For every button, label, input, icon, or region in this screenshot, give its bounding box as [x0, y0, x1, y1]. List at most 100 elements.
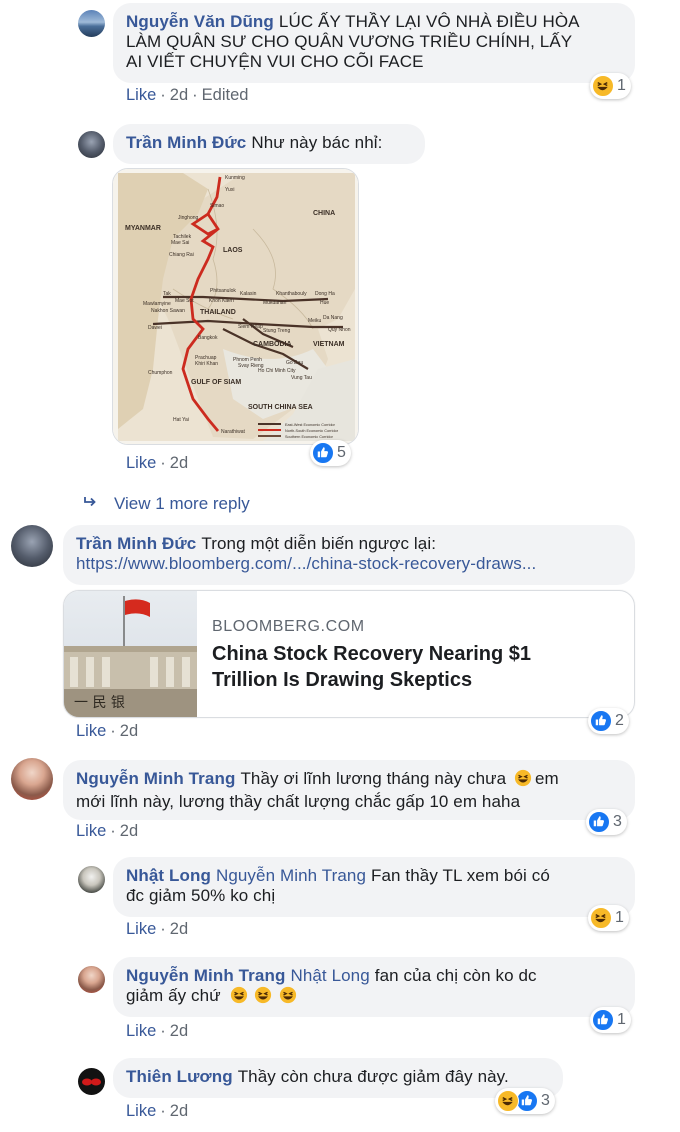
- svg-text:Simao: Simao: [210, 203, 224, 209]
- comment-text: Trong một diễn biến ngược lại:: [201, 534, 437, 553]
- comment-text: Như này bác nhỉ:: [251, 133, 383, 152]
- like-button[interactable]: Like: [126, 1102, 156, 1120]
- svg-text:CAMBODIA: CAMBODIA: [253, 341, 292, 348]
- svg-text:Quy Nhon: Quy Nhon: [328, 327, 351, 333]
- svg-text:Stung Treng: Stung Treng: [263, 328, 290, 334]
- view-more-replies-label[interactable]: View 1 more reply: [114, 494, 250, 513]
- like-button[interactable]: Like: [76, 822, 106, 840]
- link-title-line: Trillion Is Drawing Skeptics: [212, 669, 473, 691]
- view-more-replies-link[interactable]: View 1 more reply: [82, 494, 250, 514]
- like-button[interactable]: Like: [126, 86, 156, 104]
- like-reaction-icon: [590, 710, 612, 732]
- haha-icon: [592, 75, 614, 97]
- svg-text:North-South Economic Corridor: North-South Economic Corridor: [285, 429, 339, 433]
- like-button[interactable]: Like: [126, 454, 156, 472]
- comment-text: giảm ấy chứ: [126, 986, 221, 1005]
- comment-bubble: Trần Minh Đức Như này bác nhỉ:: [113, 124, 425, 164]
- comment-author[interactable]: Nguyễn Minh Trang: [76, 769, 235, 788]
- like-button[interactable]: Like: [126, 1022, 156, 1040]
- like-button[interactable]: Like: [76, 722, 106, 740]
- laughing-emoji-icon: [254, 986, 272, 1009]
- svg-text:SOUTH CHINA SEA: SOUTH CHINA SEA: [248, 404, 313, 411]
- avatar[interactable]: [78, 10, 105, 37]
- link-title[interactable]: China Stock Recovery Nearing $1 Trillion…: [212, 641, 531, 693]
- timestamp[interactable]: 2d: [170, 454, 188, 472]
- comment-author[interactable]: Thiên Lương: [126, 1067, 233, 1086]
- avatar[interactable]: [11, 525, 53, 567]
- timestamp[interactable]: 2d: [170, 1102, 188, 1120]
- reaction-count-text: 3: [613, 813, 622, 830]
- avatar[interactable]: [78, 866, 105, 893]
- svg-text:Mukdahan: Mukdahan: [263, 300, 287, 306]
- comment-author[interactable]: Nguyễn Văn Dũng: [126, 12, 274, 31]
- glasses-icon: [82, 1078, 101, 1086]
- comment-actions: Like · 2d: [76, 722, 139, 740]
- reaction-count[interactable]: 1: [590, 1007, 631, 1033]
- comment-author[interactable]: Nguyễn Minh Trang: [126, 966, 285, 985]
- svg-text:Khon Kaen: Khon Kaen: [209, 298, 234, 304]
- reaction-count-text: 2: [615, 712, 624, 729]
- comment-author[interactable]: Trần Minh Đức: [76, 534, 196, 553]
- svg-text:Chumphon: Chumphon: [148, 370, 173, 376]
- svg-text:Khanthabouly: Khanthabouly: [276, 291, 307, 297]
- comment-actions: Like · 2d: [126, 920, 189, 938]
- svg-text:Kalasin: Kalasin: [240, 291, 257, 297]
- reaction-count[interactable]: 3: [586, 809, 627, 835]
- svg-text:Mae Sot: Mae Sot: [175, 298, 194, 304]
- reaction-count[interactable]: 1: [590, 73, 631, 99]
- svg-text:Jinghong: Jinghong: [178, 215, 199, 221]
- comment-text: Fan thầy TL xem bói có: [371, 866, 550, 885]
- comment-text: mới lĩnh này, lương thầy chất lượng chắc…: [76, 792, 521, 811]
- svg-text:Nakhon Sawan: Nakhon Sawan: [151, 308, 185, 314]
- like-reaction-icon: [592, 1009, 614, 1031]
- comment-bubble: Nguyễn Văn Dũng LÚC ẤY THẦY LẠI VÔ NHÀ ĐI…: [113, 3, 635, 83]
- svg-text:Kunming: Kunming: [225, 175, 245, 181]
- avatar[interactable]: [11, 758, 53, 800]
- timestamp[interactable]: 2d: [170, 86, 188, 104]
- reaction-count[interactable]: 1: [588, 905, 629, 931]
- comment-bubble: Nhật Long Nguyễn Minh Trang Fan thầy TL xe…: [113, 857, 635, 917]
- svg-text:Hat Yai: Hat Yai: [173, 417, 189, 423]
- comment-text: AI VIẾT CHUYỆN VUI CHO CÕI FACE: [126, 52, 424, 71]
- mention-link[interactable]: Nguyễn Minh Trang: [216, 866, 366, 885]
- svg-text:Mae Sai: Mae Sai: [171, 240, 189, 246]
- svg-text:GULF OF SIAM: GULF OF SIAM: [191, 379, 241, 386]
- comment-actions: Like · 2d: [126, 1022, 189, 1040]
- comment-text: em: [535, 769, 559, 788]
- svg-text:CHINA: CHINA: [313, 210, 335, 217]
- avatar[interactable]: [78, 1068, 105, 1095]
- link-preview-image: 一 民 银: [64, 591, 197, 717]
- avatar[interactable]: [78, 966, 105, 993]
- svg-text:THAILAND: THAILAND: [200, 309, 236, 316]
- svg-text:Meiku: Meiku: [308, 318, 322, 324]
- haha-icon: [497, 1090, 519, 1112]
- edited-label[interactable]: Edited: [202, 86, 249, 104]
- comment-actions: Like · 2d: [126, 1102, 189, 1120]
- laughing-emoji-icon: [279, 986, 297, 1009]
- reaction-count[interactable]: 3: [495, 1088, 555, 1114]
- comment-bubble: Nguyễn Minh Trang Thầy ơi lĩnh lương thán…: [63, 760, 635, 820]
- svg-text:Bangkok: Bangkok: [198, 335, 218, 341]
- reaction-count-text: 3: [541, 1092, 550, 1109]
- avatar[interactable]: [78, 131, 105, 158]
- timestamp[interactable]: 2d: [170, 920, 188, 938]
- comment-author[interactable]: Trần Minh Đức: [126, 133, 246, 152]
- svg-text:Siem Reap: Siem Reap: [238, 324, 263, 330]
- svg-text:Mawlamyine: Mawlamyine: [143, 301, 171, 307]
- timestamp[interactable]: 2d: [120, 822, 138, 840]
- laughing-emoji-icon: [514, 769, 532, 792]
- timestamp[interactable]: 2d: [170, 1022, 188, 1040]
- svg-text:Narathiwat: Narathiwat: [221, 429, 246, 435]
- mention-link[interactable]: Nhật Long: [290, 966, 369, 985]
- timestamp[interactable]: 2d: [120, 722, 138, 740]
- like-button[interactable]: Like: [126, 920, 156, 938]
- attached-map-image[interactable]: Kunming Yuxi Simao Jinghong Tachilek Mae…: [112, 168, 359, 445]
- svg-text:Hue: Hue: [320, 300, 329, 306]
- reaction-count-text: 1: [617, 1011, 626, 1028]
- link-preview-card[interactable]: 一 民 银 BLOOMBERG.COM China Stock Recovery…: [63, 590, 635, 718]
- reaction-count[interactable]: 2: [588, 708, 629, 734]
- reaction-count[interactable]: 5: [310, 440, 351, 466]
- comment-link[interactable]: https://www.bloomberg.com/.../china-stoc…: [76, 554, 623, 574]
- comment-author[interactable]: Nhật Long: [126, 866, 211, 885]
- svg-text:Da Nang: Da Nang: [323, 315, 343, 321]
